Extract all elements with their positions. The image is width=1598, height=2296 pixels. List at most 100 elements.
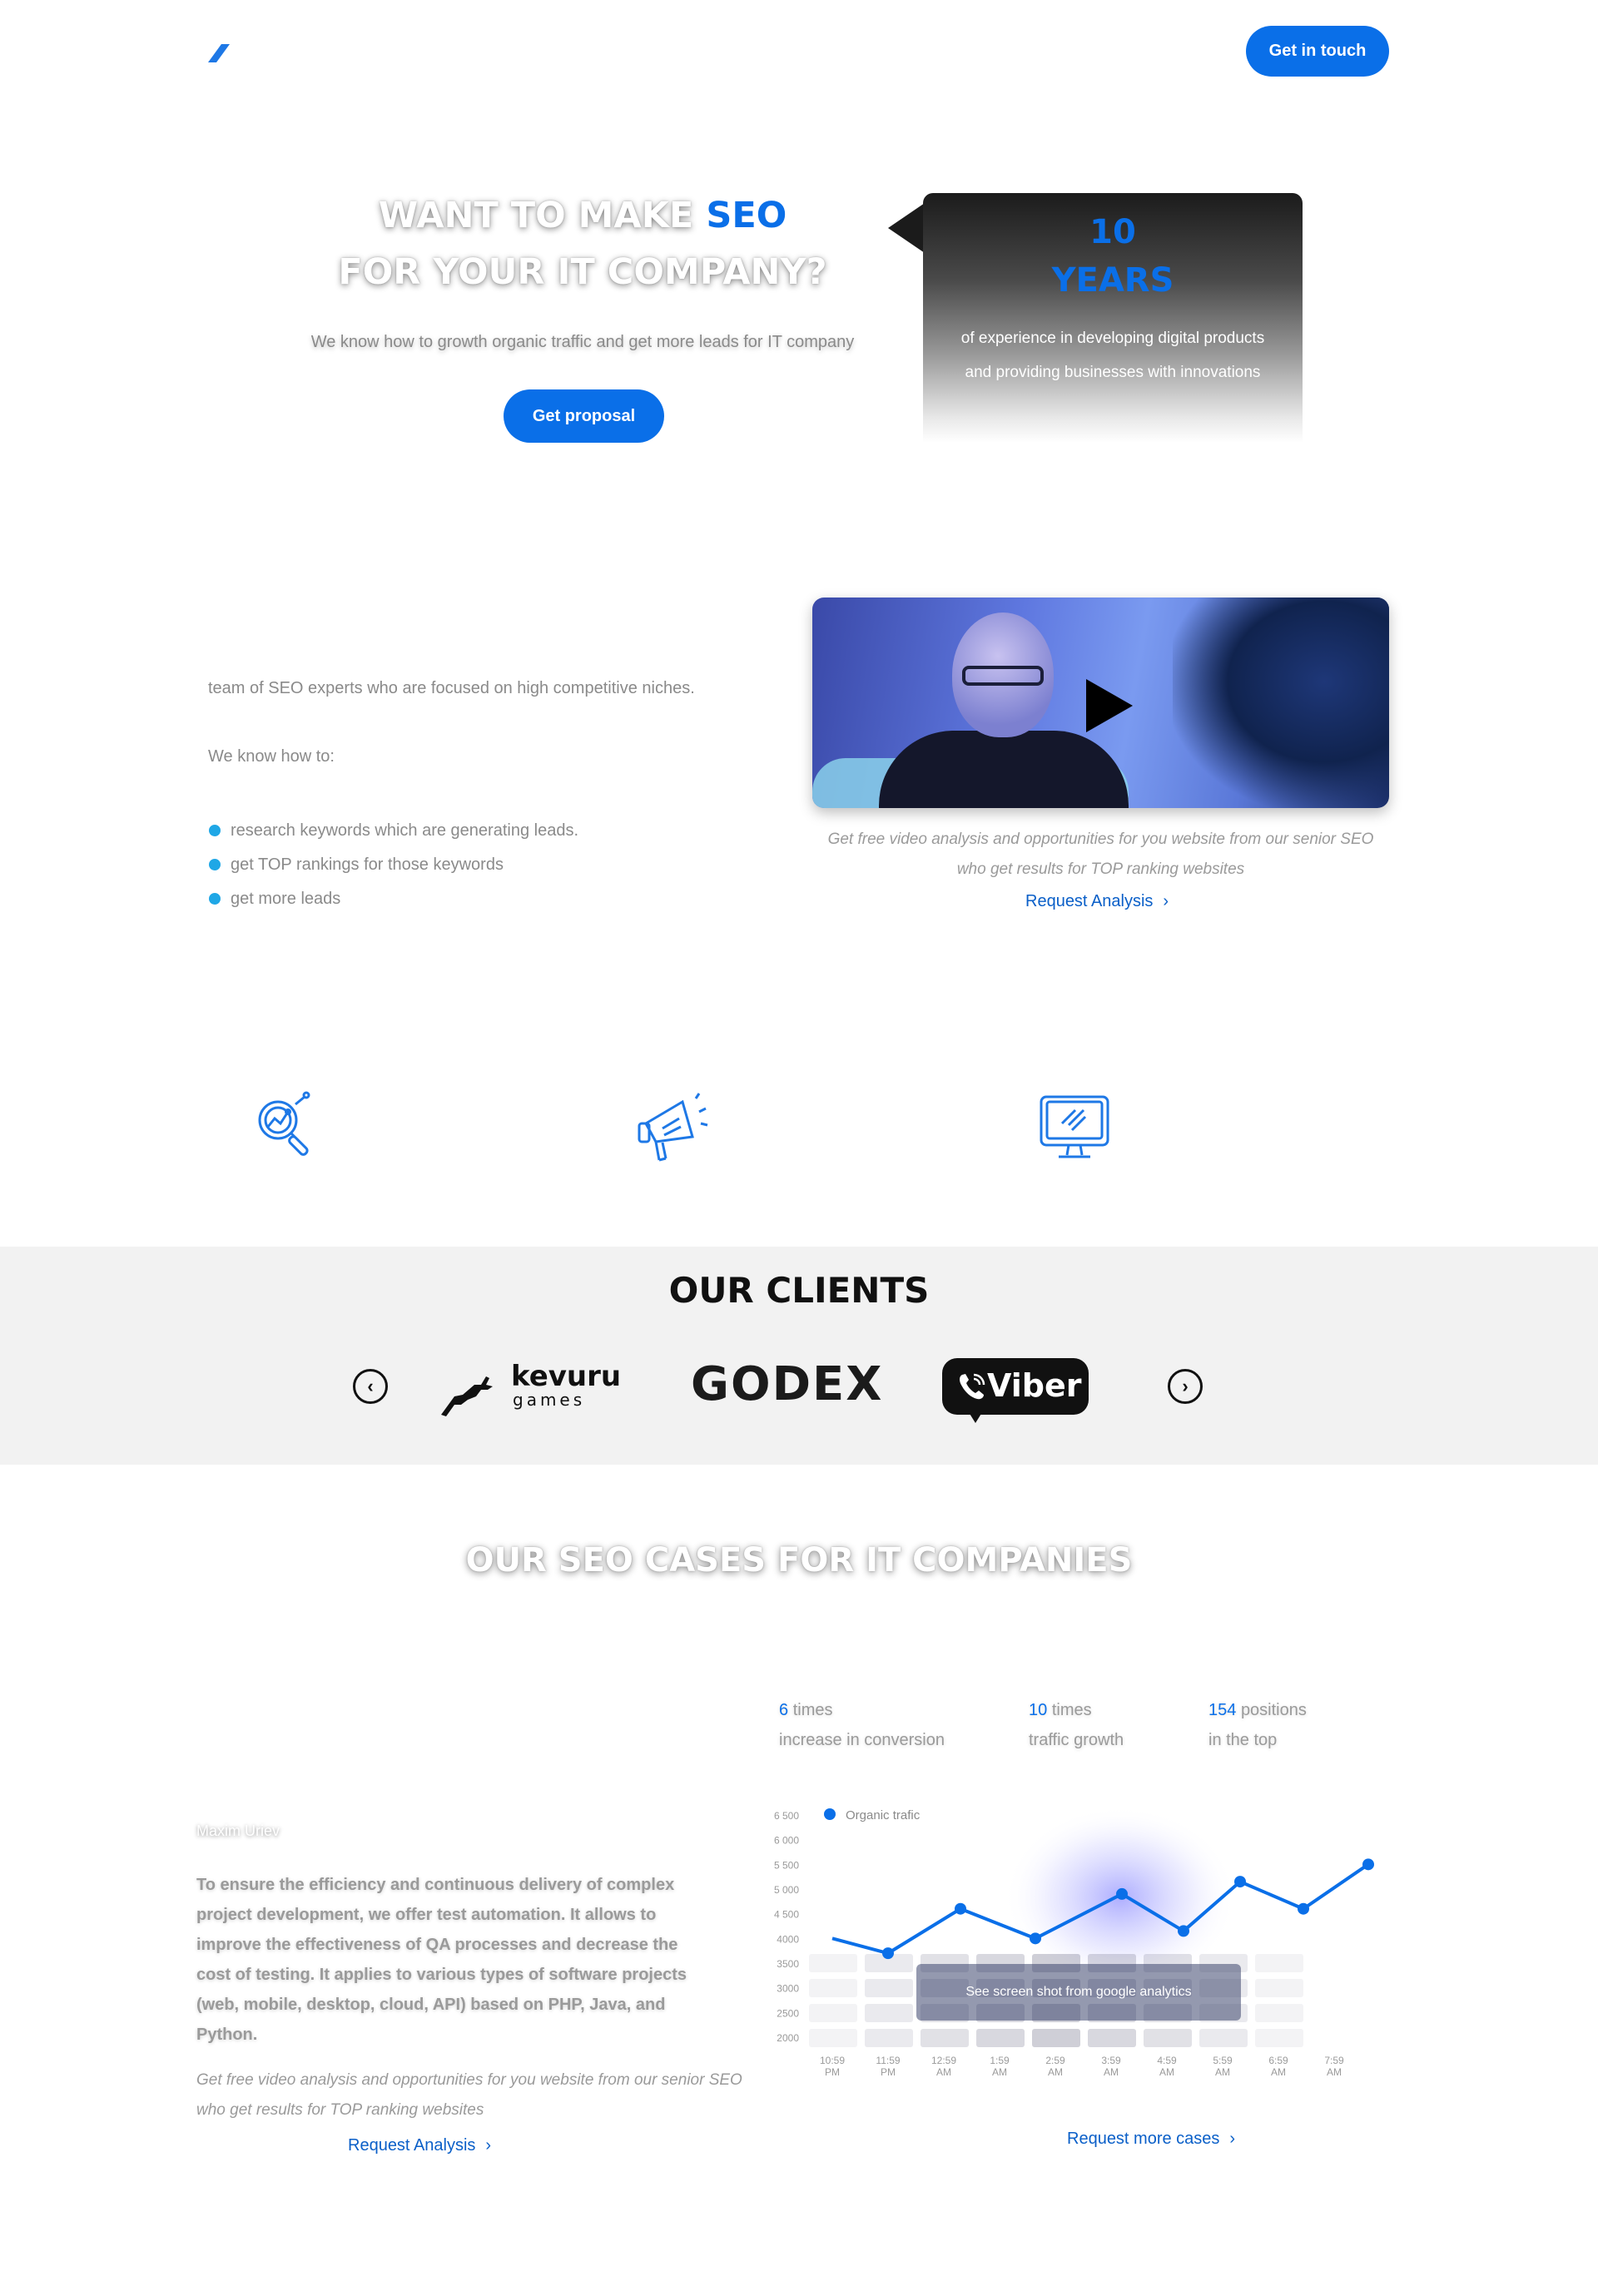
experience-years-unit: YEARS xyxy=(1051,261,1174,300)
stat-conversion: 6 times increase in conversion xyxy=(779,1695,945,1755)
get-in-touch-button[interactable]: Get in touch xyxy=(1246,26,1389,77)
series-point xyxy=(1116,1887,1128,1900)
x-tick-label: 12:59 xyxy=(931,2055,956,2066)
client-logo-godex[interactable]: GODEX xyxy=(691,1359,883,1411)
grid-block xyxy=(865,1979,913,1997)
stat-number: 154 xyxy=(1208,1701,1237,1719)
monitor-icon xyxy=(1040,1095,1109,1158)
x-tick-label: 11:59 xyxy=(876,2055,900,2066)
kevuru-subword: games xyxy=(513,1390,586,1410)
grid-block xyxy=(1199,2029,1248,2047)
experience-card-pointer xyxy=(888,203,925,253)
carousel-prev-button[interactable]: ‹ xyxy=(353,1369,388,1404)
skills-list: research keywords which are generating l… xyxy=(208,814,578,916)
series-point xyxy=(955,1902,966,1915)
deer-icon xyxy=(441,1376,493,1416)
grid-block xyxy=(865,2029,913,2047)
chevron-right-icon: › xyxy=(1229,2130,1236,2148)
x-tick-label: 2:59 xyxy=(1045,2055,1065,2066)
play-icon[interactable] xyxy=(1086,679,1133,732)
about-lead: We know how to: xyxy=(208,747,335,766)
x-axis-ticks: 10:59PM11:59PM12:59AM1:59AM2:59AM3:59AM4… xyxy=(820,2055,1344,2078)
experience-number: 10 YEARS xyxy=(923,208,1303,305)
legend-marker xyxy=(824,1808,836,1820)
carousel-next-button[interactable]: › xyxy=(1168,1369,1203,1404)
y-tick-label: 6 500 xyxy=(774,1810,799,1822)
grid-block xyxy=(865,2004,913,2022)
hero-subtitle: We know how to growth organic traffic an… xyxy=(310,333,855,351)
experience-text: of experience in developing digital prod… xyxy=(960,330,1265,381)
grid-block xyxy=(1255,2004,1303,2022)
hero-title: WANT TO MAKE SEO FOR YOUR IT COMPANY? xyxy=(275,187,891,300)
y-tick-label: 6 000 xyxy=(774,1835,799,1847)
y-tick-label: 3000 xyxy=(777,1983,799,1995)
case-caption: Get free video analysis and opportunitie… xyxy=(196,2071,742,2119)
get-proposal-button[interactable]: Get proposal xyxy=(504,389,664,443)
series-point xyxy=(1030,1932,1041,1945)
hero-title-prefix: WANT TO MAKE xyxy=(378,195,707,236)
grid-block xyxy=(809,1979,857,1997)
skills-list-item: get TOP rankings for those keywords xyxy=(208,848,578,882)
skills-list-item: research keywords which are generating l… xyxy=(208,814,578,848)
viber-bubble-tail xyxy=(967,1410,984,1423)
x-tick-label: 7:59 xyxy=(1324,2055,1344,2066)
case-author: Maxim Uriev xyxy=(196,1822,280,1839)
megaphone-icon xyxy=(638,1093,708,1162)
organic-traffic-chart: 6 500 6 000 5 500 5 000 4 500 4000 3500 3000 250… xyxy=(774,1806,1374,2078)
grid-block xyxy=(809,1954,857,1972)
grid-block xyxy=(1088,2029,1136,2047)
request-analysis-link[interactable]: Request Analysis › xyxy=(1025,892,1169,911)
logo-icon[interactable] xyxy=(208,44,230,62)
y-tick-label: 2000 xyxy=(777,2032,799,2044)
kevuru-wordmark: kevuru xyxy=(511,1360,622,1393)
x-tick-label: 5:59 xyxy=(1213,2055,1233,2066)
viber-wordmark: Viber xyxy=(987,1367,1082,1404)
x-tick-label: 3:59 xyxy=(1101,2055,1121,2066)
stat-unit: times xyxy=(792,1701,833,1719)
cases-title: OUR SEO CASES FOR IT COMPANIES xyxy=(465,1541,1133,1579)
case-request-analysis-link[interactable]: Request Analysis › xyxy=(348,2136,491,2155)
hero-title-highlight: SEO xyxy=(706,195,787,236)
stat-number: 6 xyxy=(779,1701,789,1719)
y-tick-label: 4000 xyxy=(777,1933,799,1945)
y-tick-label: 5 500 xyxy=(774,1859,799,1871)
stat-label: increase in conversion xyxy=(779,1731,945,1749)
series-point xyxy=(882,1947,894,1960)
client-logo-kevuru[interactable]: kevuru games xyxy=(438,1360,622,1418)
series-point xyxy=(1234,1876,1246,1888)
series-point xyxy=(1362,1858,1374,1871)
grid-block xyxy=(921,2029,969,2047)
video-person-glasses xyxy=(962,666,1044,686)
stat-number: 10 xyxy=(1029,1701,1048,1719)
x-tick-label: AM xyxy=(992,2066,1007,2078)
chevron-right-icon: › xyxy=(1182,1376,1189,1396)
x-tick-label: AM xyxy=(1104,2066,1119,2078)
stat-positions: 154 positions in the top xyxy=(1208,1695,1307,1755)
grid-block xyxy=(1032,2029,1080,2047)
grid-block xyxy=(1255,1954,1303,1972)
video-person-body xyxy=(879,731,1129,808)
x-tick-label: AM xyxy=(1271,2066,1286,2078)
legend-label: Organic trafic xyxy=(846,1808,921,1822)
request-more-cases-link[interactable]: Request more cases › xyxy=(1067,2130,1235,2149)
series-point xyxy=(1178,1925,1189,1937)
analytics-screenshot-button[interactable]: See screen shot from google analytics xyxy=(916,1964,1241,2021)
grid-block xyxy=(1144,2029,1192,2047)
client-logo-viber[interactable]: Viber xyxy=(942,1358,1089,1428)
skills-list-item: get more leads xyxy=(208,882,578,916)
grid-block xyxy=(976,2029,1025,2047)
grid-block xyxy=(1255,1979,1303,1997)
chevron-right-icon: › xyxy=(1163,892,1169,910)
x-tick-label: AM xyxy=(936,2066,951,2078)
x-tick-label: AM xyxy=(1215,2066,1230,2078)
x-tick-label: 6:59 xyxy=(1268,2055,1288,2066)
chevron-right-icon: › xyxy=(485,2136,492,2155)
chevron-left-icon: ‹ xyxy=(367,1376,374,1396)
hero-title-line2: FOR YOUR IT COMPANY? xyxy=(338,251,827,293)
video-caption: Get free video analysis and opportunitie… xyxy=(827,831,1374,878)
search-analytics-icon xyxy=(258,1091,310,1156)
stat-label: in the top xyxy=(1208,1731,1278,1749)
x-tick-label: 10:59 xyxy=(820,2055,845,2066)
grid-block xyxy=(1255,2029,1303,2047)
video-plant-shape xyxy=(1173,598,1389,808)
